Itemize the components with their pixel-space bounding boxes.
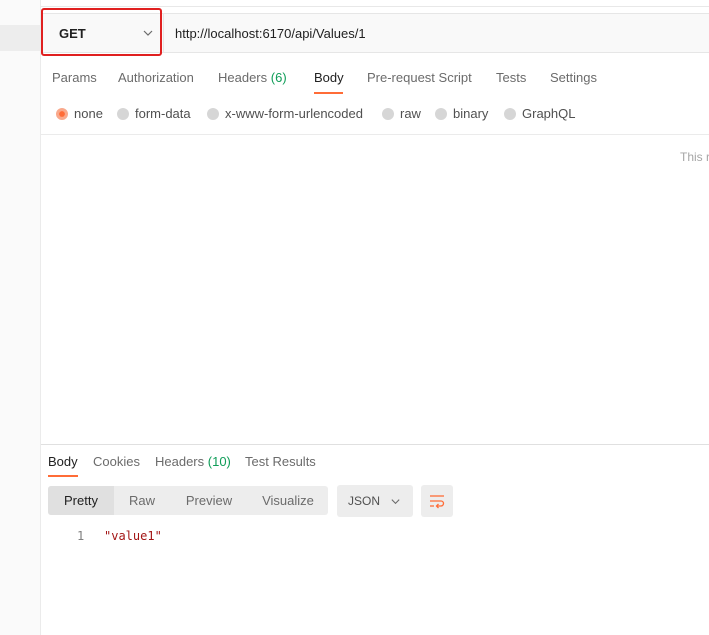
view-label: Preview [185,493,233,508]
section-divider [41,134,709,135]
sidebar-selected-item[interactable] [0,25,40,51]
tab-label: Cookies [93,454,140,469]
radio-label: none [74,106,103,121]
tab-tests[interactable]: Tests [496,70,526,85]
line-number: 1 [77,529,85,543]
wrap-lines-icon [430,495,445,509]
view-label: Raw [128,493,155,508]
radio-none[interactable]: none [56,106,103,121]
tab-label: Test Results [245,454,316,469]
url-input[interactable]: http://localhost:6170/api/Values/1 [175,26,366,41]
tab-label: Settings [550,70,597,85]
tab-params[interactable]: Params [52,70,97,85]
sidebar-strip [0,0,41,635]
radio-unselected-icon [504,107,516,120]
tab-headers[interactable]: Headers (6) [218,70,287,85]
tab-label: Params [52,70,97,85]
top-divider [41,6,709,7]
view-label: Visualize [262,493,314,508]
radio-label: form-data [135,106,191,121]
tab-label: Tests [496,70,527,85]
view-visualize-button[interactable]: Visualize [248,486,328,515]
tab-label: Authorization [118,70,194,85]
tab-label: Headers [155,454,205,469]
radio-label: x-www-form-urlencoded [225,106,363,121]
response-tab-headers[interactable]: Headers (10) [155,454,231,469]
format-select[interactable]: JSON [337,485,413,517]
tab-body[interactable]: Body [314,70,344,85]
tab-authorization[interactable]: Authorization [118,70,194,85]
radio-raw[interactable]: raw [382,106,421,121]
radio-unselected-icon [435,107,447,120]
view-pretty-button[interactable]: Pretty [48,486,114,515]
tab-label: Pre-request Script [367,70,472,85]
wrap-lines-button[interactable] [421,485,453,517]
tab-count: (10) [207,454,231,469]
radio-unselected-icon [117,107,129,120]
radio-graphql[interactable]: GraphQL [504,106,575,121]
radio-selected-icon [56,107,68,120]
method-divider [163,13,164,53]
active-tab-indicator [314,92,343,94]
view-label: Pretty [64,493,98,508]
method-highlight-box [41,8,162,56]
tab-label: Body [314,70,344,85]
radio-binary[interactable]: binary [435,106,488,121]
response-tab-body[interactable]: Body [48,454,78,469]
radio-label: GraphQL [522,106,576,121]
response-tab-cookies[interactable]: Cookies [93,454,140,469]
view-preview-button[interactable]: Preview [170,486,248,515]
view-mode-group: Pretty Raw Preview Visualize [48,486,328,515]
radio-x-www-form-urlencoded[interactable]: x-www-form-urlencoded [207,106,363,121]
tab-label: Body [48,454,78,469]
tab-pre-request-script[interactable]: Pre-request Script [367,70,472,85]
radio-form-data[interactable]: form-data [117,106,191,121]
body-empty-note: This r [680,150,709,164]
view-raw-button[interactable]: Raw [114,486,170,515]
tab-settings[interactable]: Settings [550,70,597,85]
tab-count: (6) [270,70,287,85]
active-response-tab-indicator [48,475,78,477]
response-tab-test-results[interactable]: Test Results [245,454,316,469]
format-label: JSON [348,494,381,508]
radio-unselected-icon [207,107,219,120]
response-divider[interactable] [41,444,709,445]
chevron-down-icon [391,499,400,505]
radio-unselected-icon [382,107,394,120]
radio-label: binary [453,106,489,121]
tab-label: Headers [218,70,268,85]
response-value[interactable]: "value1" [104,529,162,543]
radio-label: raw [400,106,421,121]
